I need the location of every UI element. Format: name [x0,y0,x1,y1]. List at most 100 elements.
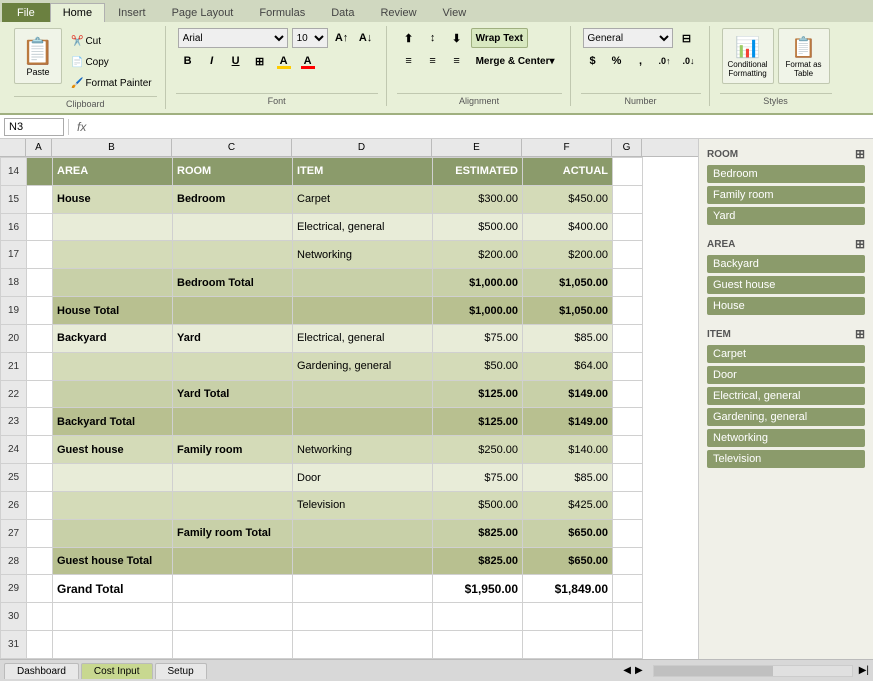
scroll-right-button[interactable]: ▶ [635,665,643,676]
comma-button[interactable]: , [631,51,651,71]
cell-a31[interactable] [27,631,53,659]
percent-button[interactable]: % [607,51,627,71]
filter-area-guest-house[interactable]: Guest house [707,276,865,294]
col-header-a[interactable]: A [26,139,52,156]
cell-d28[interactable] [293,547,433,575]
cell-a26[interactable] [27,491,53,519]
tab-data[interactable]: Data [318,3,367,22]
cell-c25[interactable] [173,464,293,492]
cell-e22[interactable]: $125.00 [433,380,523,408]
cell-f15[interactable]: $450.00 [523,185,613,213]
cell-c29[interactable] [173,575,293,603]
cell-d16[interactable]: Electrical, general [293,213,433,241]
tab-file[interactable]: File [2,3,50,22]
cell-g27[interactable] [613,519,643,547]
tab-review[interactable]: Review [367,3,429,22]
area-filter-icon[interactable]: ⊞ [855,237,865,251]
merge-center-button[interactable]: Merge & Center ▾ [471,51,560,71]
cell-f30[interactable] [523,603,613,631]
cell-b30[interactable] [53,603,173,631]
cell-g26[interactable] [613,491,643,519]
cell-c19[interactable] [173,297,293,325]
cell-g28[interactable] [613,547,643,575]
cut-button[interactable]: ✂️ Cut [66,32,157,50]
cell-b19[interactable]: House Total [53,297,173,325]
tab-insert[interactable]: Insert [105,3,159,22]
function-button[interactable]: fx [73,120,90,134]
col-header-c[interactable]: C [172,139,292,156]
cell-c31[interactable] [173,631,293,659]
col-header-b[interactable]: B [52,139,172,156]
cell-g25[interactable] [613,464,643,492]
cell-c18[interactable]: Bedroom Total [173,269,293,297]
cell-e17[interactable]: $200.00 [433,241,523,269]
align-right-button[interactable]: ≡ [447,51,467,71]
cell-c20[interactable]: Yard [173,324,293,352]
tab-page-layout[interactable]: Page Layout [159,3,247,22]
cell-c28[interactable] [173,547,293,575]
cell-a15[interactable] [27,185,53,213]
cell-f22[interactable]: $149.00 [523,380,613,408]
cell-d24[interactable]: Networking [293,436,433,464]
cell-a24[interactable] [27,436,53,464]
cell-b20[interactable]: Backyard [53,324,173,352]
filter-room-bedroom[interactable]: Bedroom [707,165,865,183]
cell-a30[interactable] [27,603,53,631]
cell-d17[interactable]: Networking [293,241,433,269]
cell-e23[interactable]: $125.00 [433,408,523,436]
cell-g16[interactable] [613,213,643,241]
border-button[interactable]: ⊞ [250,51,270,71]
cell-e21[interactable]: $50.00 [433,352,523,380]
cell-d15[interactable]: Carpet [293,185,433,213]
cell-g21[interactable] [613,352,643,380]
cell-c26[interactable] [173,491,293,519]
decrease-decimal-button[interactable]: .0↓ [679,51,699,71]
cell-a22[interactable] [27,380,53,408]
cell-f21[interactable]: $64.00 [523,352,613,380]
cell-b16[interactable] [53,213,173,241]
cell-e25[interactable]: $75.00 [433,464,523,492]
cell-d22[interactable] [293,380,433,408]
cell-f26[interactable]: $425.00 [523,491,613,519]
font-color-button[interactable]: A [298,51,318,71]
col-header-d[interactable]: D [292,139,432,156]
cell-g19[interactable] [613,297,643,325]
cell-f25[interactable]: $85.00 [523,464,613,492]
cell-c24[interactable]: Family room [173,436,293,464]
cell-b29[interactable]: Grand Total [53,575,173,603]
cell-b17[interactable] [53,241,173,269]
cell-f19[interactable]: $1,050.00 [523,297,613,325]
cell-f17[interactable]: $200.00 [523,241,613,269]
cell-g18[interactable] [613,269,643,297]
cell-e16[interactable]: $500.00 [433,213,523,241]
cell-c15[interactable]: Bedroom [173,185,293,213]
cell-f14[interactable]: ACTUAL [523,158,613,186]
cell-g30[interactable] [613,603,643,631]
filter-room-family-room[interactable]: Family room [707,186,865,204]
cell-d14[interactable]: ITEM [293,158,433,186]
filter-item-electrical[interactable]: Electrical, general [707,387,865,405]
filter-area-house[interactable]: House [707,297,865,315]
cell-b23[interactable]: Backyard Total [53,408,173,436]
cell-g23[interactable] [613,408,643,436]
filter-item-networking[interactable]: Networking [707,429,865,447]
number-format-select[interactable]: General [583,28,673,48]
cell-g17[interactable] [613,241,643,269]
cell-a21[interactable] [27,352,53,380]
col-header-e[interactable]: E [432,139,522,156]
tab-cost-input[interactable]: Cost Input [81,663,153,679]
wrap-text-button[interactable]: Wrap Text [471,28,528,48]
tab-dashboard[interactable]: Dashboard [4,663,79,679]
align-top-button[interactable]: ⬆ [399,28,419,48]
italic-button[interactable]: I [202,51,222,71]
cell-e30[interactable] [433,603,523,631]
cell-a19[interactable] [27,297,53,325]
room-filter-icon[interactable]: ⊞ [855,147,865,161]
cell-b21[interactable] [53,352,173,380]
formula-input[interactable] [94,121,869,133]
paste-button[interactable]: 📋 Paste [14,28,62,84]
cell-a16[interactable] [27,213,53,241]
cell-f23[interactable]: $149.00 [523,408,613,436]
cell-f31[interactable] [523,631,613,659]
cell-e28[interactable]: $825.00 [433,547,523,575]
